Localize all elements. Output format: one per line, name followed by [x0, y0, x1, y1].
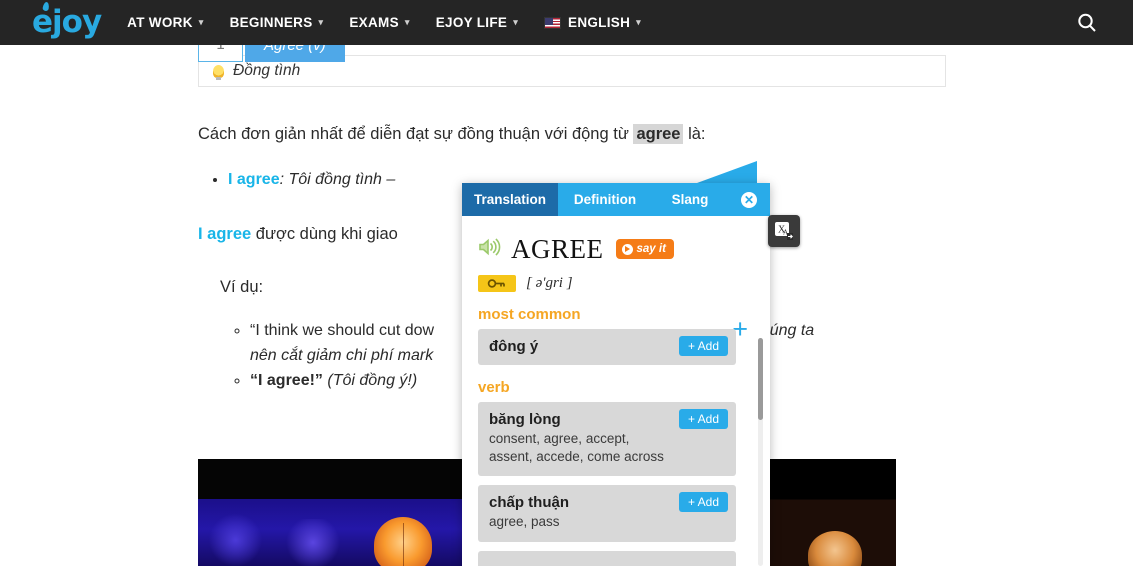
- popup-scrollbar[interactable]: [758, 338, 763, 566]
- photo-bokeh: [208, 514, 263, 566]
- say-it-button[interactable]: say it: [615, 239, 674, 259]
- nav-item-language-label: ENGLISH: [568, 15, 631, 30]
- category-label-most-common: most common: [478, 306, 581, 323]
- photo-lantern: [374, 517, 432, 566]
- popup-tab-bar: Translation Definition Slang ✕: [462, 183, 770, 216]
- tab-slang[interactable]: Slang: [652, 183, 728, 216]
- say-it-label: say it: [636, 243, 666, 255]
- nav-item-language[interactable]: ENGLISH ▾: [544, 15, 641, 30]
- category-label-verb: verb: [478, 379, 510, 396]
- headword-text: AGREE: [511, 233, 604, 264]
- translation-entry: đông ý + Add: [478, 329, 736, 365]
- translation-entry: chấp thuận agree, pass + Add: [478, 485, 736, 542]
- lightbulb-icon: [213, 64, 224, 80]
- nav-item-at-work[interactable]: AT WORK ▾: [127, 15, 203, 30]
- translation-entry: [478, 550, 736, 566]
- usage-paragraph-mid: được dùng khi giao: [251, 225, 398, 244]
- add-word-button[interactable]: + Add: [678, 336, 728, 356]
- highlighted-word-agree[interactable]: agree: [633, 124, 684, 144]
- example-1-left: “I think we should cut dow: [250, 322, 435, 340]
- tip-text: Đồng tình: [233, 62, 301, 79]
- headword-row: AGREE say it: [478, 234, 754, 264]
- nav-item-ejoy-life-label: EJOY LIFE: [435, 15, 508, 30]
- translation-synonyms: agree, pass: [489, 514, 560, 530]
- key-icon: [478, 275, 516, 292]
- chevron-down-icon: ▾: [404, 17, 410, 27]
- tab-translation[interactable]: Translation: [462, 183, 558, 216]
- add-word-button[interactable]: + Add: [678, 409, 728, 429]
- translation-entry: băng lòng consent, agree, accept, assent…: [478, 402, 736, 477]
- tab-definition[interactable]: Definition: [558, 183, 652, 216]
- photo-bokeh: [283, 519, 343, 566]
- top-navigation-bar: ejoy AT WORK ▾ BEGINNERS ▾ EXAMS ▾ EJOY …: [0, 0, 1133, 45]
- nav-item-exams[interactable]: EXAMS ▾: [349, 15, 409, 30]
- play-icon: [621, 243, 633, 255]
- chevron-down-icon: ▾: [318, 17, 324, 27]
- popup-scrollbar-thumb[interactable]: [758, 338, 763, 420]
- example-1-line2: nên cắt giảm chi phí mark: [250, 347, 434, 365]
- add-word-button[interactable]: + Add: [678, 492, 728, 513]
- close-icon[interactable]: ✕: [728, 183, 770, 216]
- nav-item-beginners-label: BEGINNERS: [229, 15, 313, 30]
- nav-item-ejoy-life[interactable]: EJOY LIFE ▾: [436, 15, 518, 30]
- phonetic-text: [ ə'gri ]: [526, 275, 573, 291]
- list-item-text: : Tôi đồng tình –: [279, 171, 396, 189]
- chevron-down-icon: ▾: [636, 17, 641, 27]
- search-icon[interactable]: [1075, 11, 1099, 35]
- keyword-i-agree[interactable]: I agree: [198, 225, 251, 243]
- popup-body: AGREE say it [ ə'gri ] + most common đôn…: [462, 216, 770, 566]
- site-logo[interactable]: ejoy: [32, 1, 102, 38]
- chevron-down-icon: ▾: [513, 17, 519, 27]
- popup-pointer: [697, 161, 757, 183]
- nav-item-at-work-label: AT WORK: [127, 15, 193, 30]
- phonetic-row: [ ə'gri ]: [478, 275, 754, 292]
- example-2-quote: “I agree!”: [250, 371, 323, 389]
- translation-entry-list: most common đông ý + Add verb băng lòng …: [478, 306, 754, 566]
- nav-item-exams-label: EXAMS: [349, 15, 399, 30]
- example-2-translation: (Tôi đồng ý!): [327, 371, 418, 389]
- translate-icon[interactable]: X A: [768, 215, 800, 247]
- dictionary-popup: Translation Definition Slang ✕ AGREE say…: [462, 183, 770, 566]
- us-flag-icon: [544, 16, 562, 29]
- keyword-i-agree[interactable]: I agree: [228, 171, 280, 188]
- close-icon-glyph: ✕: [741, 191, 757, 208]
- speaker-icon[interactable]: [478, 237, 502, 261]
- nav-item-beginners[interactable]: BEGINNERS ▾: [230, 15, 324, 30]
- intro-paragraph: Cách đơn giản nhất để diễn đạt sự đồng t…: [198, 123, 946, 146]
- chevron-down-icon: ▾: [198, 17, 204, 27]
- translation-synonyms: consent, agree, accept, assent, accede, …: [489, 431, 664, 465]
- intro-paragraph-after: là:: [683, 125, 706, 143]
- intro-paragraph-before: Cách đơn giản nhất để diễn đạt sự đồng t…: [198, 125, 634, 143]
